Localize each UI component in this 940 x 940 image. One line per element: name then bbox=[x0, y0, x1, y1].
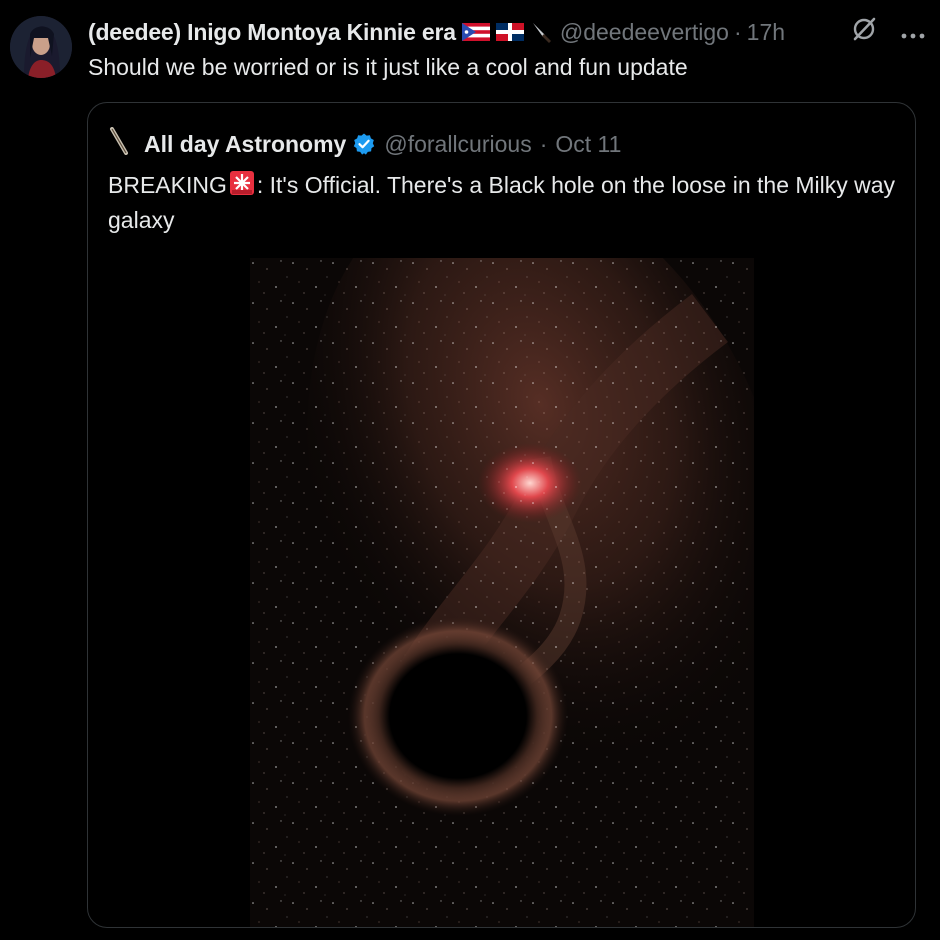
tweet-header: (deedee) Inigo Montoya Kinnie era @deede… bbox=[88, 17, 926, 47]
separator-dot: · bbox=[539, 130, 548, 157]
tweet-text: Should we be worried or is it just like … bbox=[88, 54, 688, 80]
quoted-media-image[interactable] bbox=[250, 176, 793, 927]
dominican-republic-flag-icon bbox=[495, 23, 524, 41]
knife-icon bbox=[530, 20, 554, 44]
quoted-handle[interactable]: @forallcurious bbox=[384, 131, 531, 158]
quoted-tweet[interactable]: All day Astronomy @forallcurious · Oct 1… bbox=[87, 102, 916, 928]
puerto-rico-flag-icon bbox=[461, 23, 490, 41]
quoted-text: BREAKING: It's Official. There's a Black… bbox=[108, 169, 898, 236]
quoted-avatar[interactable] bbox=[108, 127, 130, 161]
breaking-label: BREAKING bbox=[108, 172, 227, 198]
quoted-header: All day Astronomy @forallcurious · Oct 1… bbox=[108, 127, 621, 161]
siren-icon bbox=[229, 170, 255, 204]
avatar[interactable] bbox=[10, 16, 72, 78]
grok-icon[interactable] bbox=[850, 15, 878, 49]
verified-badge-icon bbox=[352, 132, 376, 156]
more-icon[interactable] bbox=[900, 19, 926, 46]
quoted-date[interactable]: Oct 11 bbox=[555, 131, 621, 158]
separator-dot: · bbox=[733, 18, 742, 45]
quoted-author-name[interactable]: All day Astronomy bbox=[144, 131, 346, 158]
tweet-time[interactable]: 17h bbox=[747, 19, 785, 46]
author-handle[interactable]: @deedeevertigo bbox=[560, 19, 729, 46]
author-name[interactable]: (deedee) Inigo Montoya Kinnie era bbox=[88, 19, 456, 46]
